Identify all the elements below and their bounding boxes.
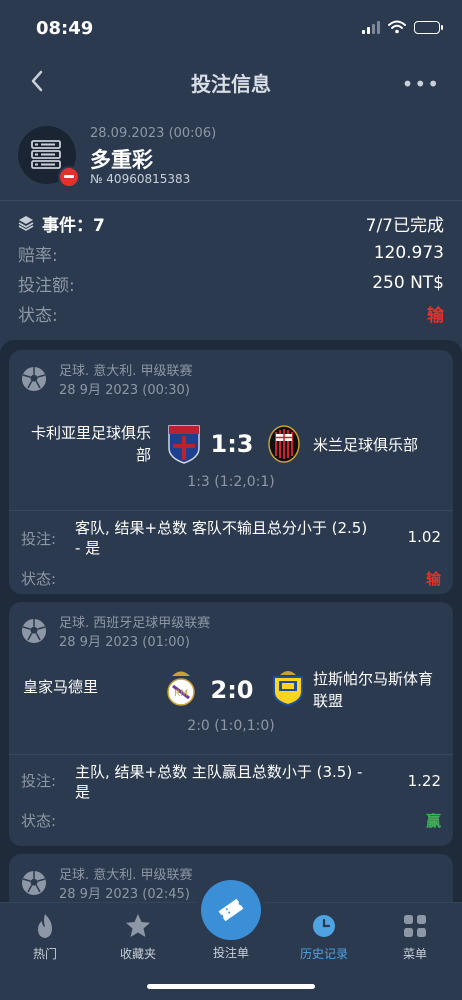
match-score: 2:0 — [210, 676, 254, 704]
more-icon[interactable]: ••• — [402, 72, 440, 96]
bet-odd: 1.02 — [407, 528, 441, 546]
page-title: 投注信息 — [191, 72, 271, 96]
clock-icon — [313, 915, 335, 937]
flame-icon — [38, 914, 52, 938]
status-icons — [362, 20, 443, 34]
odds-row: 赔率: 120.973 — [18, 238, 444, 268]
score-detail: 1:3 (1:2,0:1) — [187, 474, 275, 490]
bet-odd: 1.22 — [407, 772, 441, 790]
match-date: 28 9月 2023 (00:30) — [59, 383, 190, 398]
tab-favorites-label: 收藏夹 — [119, 947, 156, 961]
league-name: 足球. 意大利. 甲级联赛 — [59, 868, 193, 883]
status-row: 状态: 输 — [18, 298, 444, 328]
svg-text:RM: RM — [174, 689, 188, 699]
tab-history[interactable]: 历史记录 — [279, 911, 369, 962]
stake-row: 投注额: 250 NT$ — [18, 268, 444, 298]
bet-header: 28.09.2023 (00:06) 多重彩 № 40960815383 — [0, 120, 462, 200]
events-row: 事件：7 7/7已完成 — [18, 208, 444, 238]
home-team: 卡利亚里足球俱乐部 — [30, 424, 151, 464]
match-status-label: 状态: — [21, 570, 57, 588]
stake-value: 250 NT$ — [372, 273, 444, 293]
divider — [0, 200, 462, 201]
tab-hot[interactable]: 热门 — [0, 911, 90, 962]
bet-type: 多重彩 — [90, 148, 153, 172]
home-team: 皇家马德里 — [23, 678, 99, 696]
match-status: 输 — [425, 570, 441, 588]
away-team: 拉斯帕尔马斯体育联盟 — [313, 670, 434, 710]
signal-icon — [362, 20, 380, 34]
match-status-label: 状态: — [21, 812, 57, 830]
card-divider — [9, 754, 453, 755]
tab-menu-label: 菜单 — [402, 947, 427, 961]
league-name: 足球. 意大利. 甲级联赛 — [59, 364, 193, 379]
events-label: 事件：7 — [42, 215, 105, 236]
bet-label: 投注: — [21, 530, 57, 548]
layers-icon — [18, 216, 34, 231]
match-status: 赢 — [425, 812, 441, 830]
battery-icon — [414, 20, 443, 34]
nav-bar: 投注信息 ••• — [0, 56, 462, 106]
status-value: 输 — [427, 305, 444, 326]
match-card[interactable]: 足球. 意大利. 甲级联赛 28 9月 2023 (00:30) 卡利亚里足球俱… — [9, 350, 453, 594]
bet-description: 主队, 结果+总数 主队赢且总数小于 (3.5) - 是 — [75, 763, 363, 801]
home-team-crest-icon — [168, 425, 200, 464]
ticket-icon — [218, 898, 244, 922]
match-card[interactable]: 足球. 西班牙足球甲级联赛 28 9月 2023 (01:00) 皇家马德里 R… — [9, 602, 453, 846]
match-score: 1:3 — [210, 430, 254, 458]
league-name: 足球. 西班牙足球甲级联赛 — [59, 616, 211, 631]
odds-value: 120.973 — [373, 243, 444, 263]
odds-label: 赔率: — [18, 245, 58, 266]
bet-summary: 事件：7 7/7已完成 赔率: 120.973 投注额: 250 NT$ 状态:… — [18, 208, 444, 328]
status-time: 08:49 — [36, 18, 94, 39]
match-date: 28 9月 2023 (02:45) — [59, 887, 190, 902]
tab-menu[interactable]: 菜单 — [370, 911, 460, 962]
tab-betslip-label: 投注单 — [212, 946, 249, 960]
grid-icon — [404, 915, 426, 937]
football-icon — [22, 619, 46, 643]
tab-favorites[interactable]: 收藏夹 — [93, 911, 183, 962]
tab-hot-label: 热门 — [32, 947, 57, 961]
home-team-crest-icon: RM — [167, 671, 195, 706]
away-team: 米兰足球俱乐部 — [313, 436, 419, 454]
away-team-crest-icon — [273, 671, 303, 706]
betslip-button[interactable] — [201, 880, 261, 940]
away-team-crest-icon — [268, 425, 300, 463]
stake-label: 投注额: — [18, 275, 75, 296]
events-value: 7/7已完成 — [365, 215, 444, 236]
football-icon — [22, 871, 46, 895]
card-divider — [9, 510, 453, 511]
bet-description: 客队, 结果+总数 客队不输且总分小于 (2.5) - 是 — [75, 519, 368, 557]
list-icon — [31, 140, 61, 169]
bet-label: 投注: — [21, 772, 57, 790]
bet-number: № 40960815383 — [90, 172, 191, 186]
wifi-icon — [388, 20, 406, 34]
score-detail: 2:0 (1:0,1:0) — [187, 718, 275, 734]
bet-date: 28.09.2023 (00:06) — [90, 126, 217, 141]
football-icon — [22, 367, 46, 391]
home-indicator — [147, 984, 315, 989]
status-bar: 08:49 — [0, 0, 462, 56]
match-date: 28 9月 2023 (01:00) — [59, 635, 190, 650]
lost-badge-icon — [58, 166, 80, 188]
tab-history-label: 历史记录 — [299, 947, 348, 961]
events-panel: 足球. 意大利. 甲级联赛 28 9月 2023 (00:30) 卡利亚里足球俱… — [0, 340, 462, 920]
status-label: 状态: — [18, 305, 58, 326]
star-icon — [126, 914, 150, 937]
